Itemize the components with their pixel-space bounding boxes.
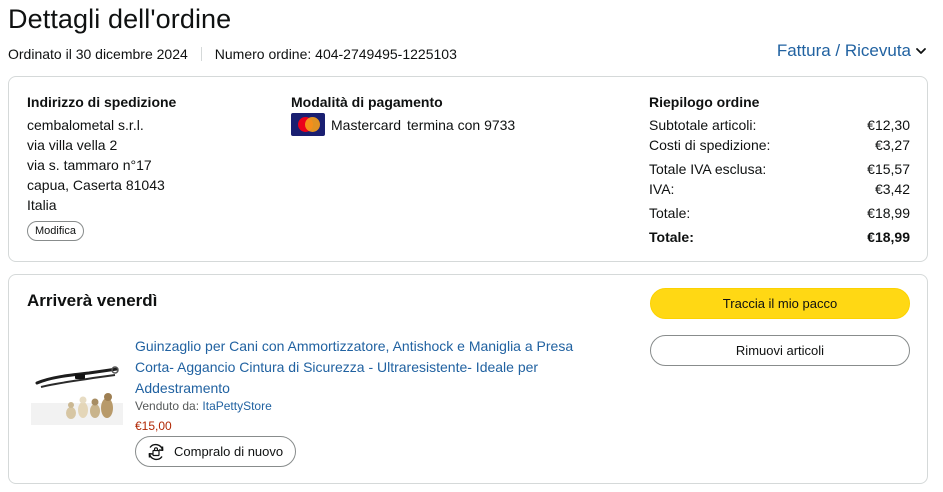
sold-by: Venduto da: ItaPettyStore xyxy=(135,399,272,413)
summary-row: Costi di spedizione: €3,27 xyxy=(649,135,910,155)
card-ending: termina con 9733 xyxy=(407,116,516,133)
invoice-dropdown[interactable]: Fattura / Ricevuta xyxy=(777,41,927,61)
summary-value: €18,99 xyxy=(867,205,910,221)
summary-label: Totale: xyxy=(649,205,691,221)
buy-again-label: Compralo di nuovo xyxy=(174,444,284,459)
order-summary: Riepilogo ordine Subtotale articoli: €12… xyxy=(649,94,910,247)
order-date: Ordinato il 30 dicembre 2024 xyxy=(8,46,188,62)
track-package-button[interactable]: Traccia il mio pacco xyxy=(650,288,910,319)
mastercard-logo-icon xyxy=(291,113,325,136)
order-number: Numero ordine: 404-2749495-1225103 xyxy=(214,46,457,62)
order-meta: Ordinato il 30 dicembre 2024 Numero ordi… xyxy=(8,46,457,62)
product-price: €15,00 xyxy=(135,419,172,433)
summary-label: Costi di spedizione: xyxy=(649,137,771,153)
summary-value: €12,30 xyxy=(867,117,910,133)
shipment-card: Arriverà venerdì Guinzaglio per Cani con… xyxy=(8,274,928,484)
invoice-link-label: Fattura / Ricevuta xyxy=(776,41,911,60)
payment-method: Modalità di pagamento Mastercard termina… xyxy=(291,94,591,136)
shipping-address: Indirizzo di spedizione cembalometal s.r… xyxy=(27,94,267,241)
summary-row: Subtotale articoli: €12,30 xyxy=(649,115,910,135)
summary-label: Totale IVA esclusa: xyxy=(649,161,767,177)
summary-value: €18,99 xyxy=(867,229,910,245)
address-line: capua, Caserta 81043 xyxy=(27,177,165,193)
summary-total-row: Totale: €18,99 xyxy=(649,227,910,247)
summary-value: €15,57 xyxy=(867,161,910,177)
payment-card-row: Mastercard termina con 9733 xyxy=(291,113,591,136)
chevron-down-icon xyxy=(916,48,926,54)
summary-row: Totale IVA esclusa: €15,57 xyxy=(649,159,910,179)
buy-again-button[interactable]: Compralo di nuovo xyxy=(135,436,297,467)
address-line: via s. tammaro n°17 xyxy=(27,157,152,173)
address-line: Italia xyxy=(27,197,57,213)
delivery-status: Arriverà venerdì xyxy=(27,291,158,310)
product-image[interactable] xyxy=(31,353,123,425)
payment-method-title: Modalità di pagamento xyxy=(291,94,443,110)
card-name: Mastercard xyxy=(331,116,402,133)
product-title-link[interactable]: Guinzaglio per Cani con Ammortizzatore, … xyxy=(135,336,595,399)
shipping-address-title: Indirizzo di spedizione xyxy=(27,94,177,110)
summary-label: Subtotale articoli: xyxy=(649,117,757,133)
order-summary-card: Indirizzo di spedizione cembalometal s.r… xyxy=(8,76,928,262)
summary-value: €3,42 xyxy=(874,181,910,197)
address-line: via villa vella 2 xyxy=(27,137,118,153)
sold-by-label: Venduto da: xyxy=(135,399,200,413)
edit-address-button[interactable]: Modifica xyxy=(27,221,84,241)
summary-row: IVA: €3,42 xyxy=(649,179,910,199)
summary-label: Totale: xyxy=(649,229,694,245)
meta-divider xyxy=(200,47,202,61)
summary-row: Totale: €18,99 xyxy=(649,203,910,223)
summary-value: €3,27 xyxy=(874,137,910,153)
summary-label: IVA: xyxy=(649,181,675,197)
seller-link[interactable]: ItaPettyStore xyxy=(202,399,271,413)
remove-items-button[interactable]: Rimuovi articoli xyxy=(650,335,910,366)
order-summary-title: Riepilogo ordine xyxy=(649,94,760,110)
address-line: cembalometal s.r.l. xyxy=(27,117,144,133)
page-title: Dettagli dell'ordine xyxy=(8,4,232,34)
buy-again-icon xyxy=(148,443,164,460)
